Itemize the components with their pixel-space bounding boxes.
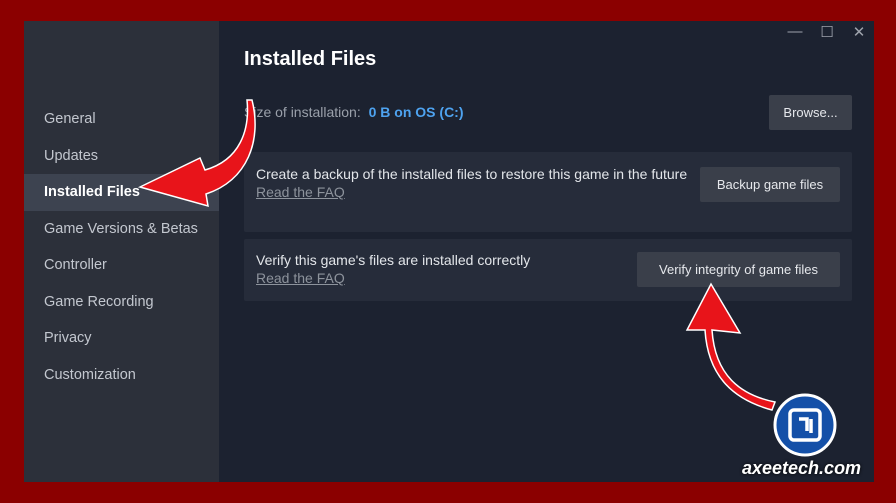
backup-game-files-button[interactable]: Backup game files <box>700 167 840 202</box>
sidebar-item-game-versions-betas[interactable]: Game Versions & Betas <box>24 211 219 248</box>
installation-size: Size of installation: 0 B on OS (C:) <box>244 104 464 120</box>
maximize-icon[interactable]: ☐ <box>818 23 836 41</box>
page-title: Installed Files <box>244 48 377 70</box>
sidebar-item-installed-files[interactable]: Installed Files <box>24 174 219 211</box>
sidebar-item-game-recording[interactable]: Game Recording <box>24 284 219 321</box>
verify-text: Verify this game's files are installed c… <box>256 252 531 268</box>
verify-description: Verify this game's files are installed c… <box>256 251 616 287</box>
watermark-text: axeetech.com <box>742 458 862 478</box>
sidebar-nav: General Updates Installed Files Game Ver… <box>24 101 219 393</box>
sidebar-item-controller[interactable]: Controller <box>24 247 219 284</box>
installation-size-value: 0 B on OS (C:) <box>368 104 464 120</box>
backup-text: Create a backup of the installed files t… <box>256 166 688 182</box>
close-icon[interactable]: ✕ <box>850 23 868 41</box>
browse-button[interactable]: Browse... <box>769 95 852 130</box>
verify-integrity-button[interactable]: Verify integrity of game files <box>637 252 840 287</box>
sidebar: General Updates Installed Files Game Ver… <box>24 21 219 482</box>
backup-card: Create a backup of the installed files t… <box>244 152 852 232</box>
verify-faq-link[interactable]: Read the FAQ <box>256 269 616 287</box>
sidebar-item-updates[interactable]: Updates <box>24 138 219 175</box>
installation-size-label: Size of installation: <box>244 104 361 120</box>
axeetech-logo-icon <box>773 393 837 457</box>
sidebar-item-privacy[interactable]: Privacy <box>24 320 219 357</box>
window-controls: — ☐ ✕ <box>786 23 868 41</box>
minimize-icon[interactable]: — <box>786 23 804 41</box>
verify-card: Verify this game's files are installed c… <box>244 239 852 301</box>
sidebar-item-customization[interactable]: Customization <box>24 357 219 394</box>
backup-description: Create a backup of the installed files t… <box>256 165 691 201</box>
sidebar-item-general[interactable]: General <box>24 101 219 138</box>
backup-faq-link[interactable]: Read the FAQ <box>256 183 691 201</box>
settings-window: General Updates Installed Files Game Ver… <box>24 21 874 482</box>
